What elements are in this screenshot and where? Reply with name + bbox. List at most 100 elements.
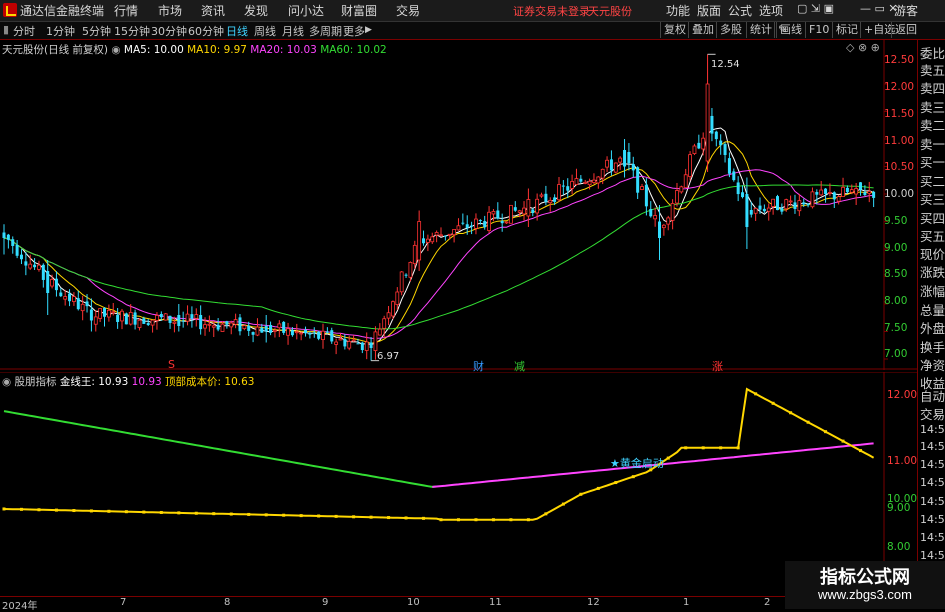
gold-line-dot xyxy=(579,492,583,496)
x-tick: 8 xyxy=(224,597,231,608)
period-tab-monthly[interactable]: 月线 xyxy=(282,23,304,39)
user-label[interactable]: 游客 xyxy=(894,2,918,19)
indicator-settings-icon[interactable]: ◉ xyxy=(2,376,11,388)
side-panel-item[interactable]: 自动 xyxy=(920,386,945,405)
statistics-button[interactable]: 统计 xyxy=(746,22,775,38)
menu-discover[interactable]: 发现 xyxy=(244,2,268,19)
side-panel-item[interactable]: 交易 xyxy=(920,404,945,423)
candle-body xyxy=(334,341,339,345)
mark-button[interactable]: 标记 xyxy=(832,22,861,38)
candle-body xyxy=(553,197,557,202)
candle-body xyxy=(661,224,666,229)
side-panel-item: 卖三 xyxy=(920,100,945,115)
menu-ask[interactable]: 问小达 xyxy=(288,2,324,19)
side-panel-item[interactable]: 14:56 xyxy=(920,495,945,508)
gold-line-dot xyxy=(352,515,356,519)
candle-body xyxy=(592,179,596,183)
window-control-icons[interactable]: ▢ ⇲ ▣ xyxy=(797,2,834,15)
menu-wealth[interactable]: 财富圈 xyxy=(341,2,377,19)
f10-button[interactable]: F10 xyxy=(805,22,832,38)
indicator-name[interactable]: 股朋指标 xyxy=(15,376,57,388)
y-tick: 10.00 xyxy=(884,188,915,200)
side-panel-item[interactable]: 14:56 xyxy=(920,423,945,436)
event-marker-s[interactable]: S xyxy=(168,358,175,371)
kline-chart[interactable] xyxy=(0,40,917,370)
overlay-button[interactable]: 叠加 xyxy=(688,22,717,38)
candle-body xyxy=(28,263,33,269)
side-panel-item[interactable]: 14:56 xyxy=(920,476,945,489)
candle-body xyxy=(697,142,701,149)
candle-body xyxy=(422,238,426,244)
period-tab-5min[interactable]: 5分钟 xyxy=(82,23,111,39)
side-panel-item: 总量 xyxy=(920,303,945,318)
multi-stock-button[interactable]: 多股 xyxy=(716,22,745,38)
candle-body xyxy=(185,313,190,322)
menu-formula[interactable]: 公式 xyxy=(728,2,752,19)
period-tab-intraday[interactable]: 分时 xyxy=(13,23,35,39)
adjust-button[interactable]: 复权 xyxy=(660,22,689,38)
candle-body xyxy=(373,331,378,352)
candle-body xyxy=(207,323,212,326)
side-panel-item[interactable]: 14:56 xyxy=(920,440,945,453)
candle-body xyxy=(784,199,789,210)
period-tab-weekly[interactable]: 周线 xyxy=(254,23,276,39)
menu-trade[interactable]: 交易 xyxy=(396,2,420,19)
candle-body xyxy=(111,311,116,314)
period-tab-more[interactable]: 更多 xyxy=(343,23,365,39)
candle-body xyxy=(509,204,513,224)
period-tab-30min[interactable]: 30分钟 xyxy=(151,23,187,39)
candle-body xyxy=(535,198,540,214)
candle-body xyxy=(670,203,675,221)
period-tab-15min[interactable]: 15分钟 xyxy=(114,23,150,39)
gold-line-dot xyxy=(614,481,618,485)
side-panel-item[interactable]: 14:56 xyxy=(920,531,945,544)
candle-body xyxy=(425,238,430,243)
candle-body xyxy=(819,189,824,196)
candle-body xyxy=(766,207,771,212)
candle-body xyxy=(255,326,260,336)
candle-body xyxy=(229,322,234,328)
gold-line-dot xyxy=(72,509,76,513)
login-notice[interactable]: 证券交易未登录 xyxy=(513,3,590,19)
ma-settings-icon[interactable]: ◉ xyxy=(111,44,120,56)
period-tab-daily[interactable]: 日线 xyxy=(226,23,248,39)
gold-line-dot xyxy=(334,514,338,518)
menu-news[interactable]: 资讯 xyxy=(201,2,225,19)
back-button[interactable]: 返回 xyxy=(891,22,920,38)
candle-body xyxy=(447,233,452,236)
golden-start-annotation: ★黄金启动 xyxy=(610,457,664,470)
menu-layout[interactable]: 版面 xyxy=(697,2,721,19)
side-panel-item[interactable]: 14:56 xyxy=(920,513,945,526)
candle-body xyxy=(710,115,714,134)
period-tab-multi[interactable]: 多周期 xyxy=(309,23,342,39)
menu-quotes[interactable]: 行情 xyxy=(114,2,138,19)
app-logo-icon xyxy=(3,3,17,17)
candle-body xyxy=(749,209,753,215)
gold-line-dot xyxy=(719,446,723,450)
candle-body xyxy=(172,321,177,324)
ma5-label: MA5: 10.00 xyxy=(123,44,184,56)
candle-body xyxy=(225,321,229,325)
minimize-icon[interactable]: — ▭ ✕ xyxy=(860,2,898,15)
candle-body xyxy=(238,317,242,332)
gold-line-dot xyxy=(789,411,793,415)
candle-body xyxy=(89,309,93,321)
more-arrow-icon[interactable]: ▶ xyxy=(365,25,372,35)
menu-market[interactable]: 市场 xyxy=(158,2,182,19)
candle-body xyxy=(828,192,832,194)
period-tab-1min[interactable]: 1分钟 xyxy=(46,23,75,39)
candle-body xyxy=(723,144,727,155)
indicator-chart[interactable] xyxy=(0,372,917,597)
period-tab-60min[interactable]: 60分钟 xyxy=(188,23,224,39)
watermark-url: www.zbgs3.com xyxy=(818,587,912,602)
menu-options[interactable]: 选项 xyxy=(759,2,783,19)
menu-function[interactable]: 功能 xyxy=(666,2,690,19)
chart-menu-icons[interactable]: ◇ ⊗ ⊕ xyxy=(846,41,880,54)
y-tick: 8.50 xyxy=(884,268,908,280)
draw-line-button[interactable]: 画线 xyxy=(776,22,805,38)
side-panel-item[interactable]: 14:56 xyxy=(920,458,945,471)
gold-line-label: 金线王: 10.93 xyxy=(59,376,129,388)
gold-line-dot xyxy=(124,510,128,514)
candle-body xyxy=(775,196,779,211)
candle-body xyxy=(478,220,482,222)
